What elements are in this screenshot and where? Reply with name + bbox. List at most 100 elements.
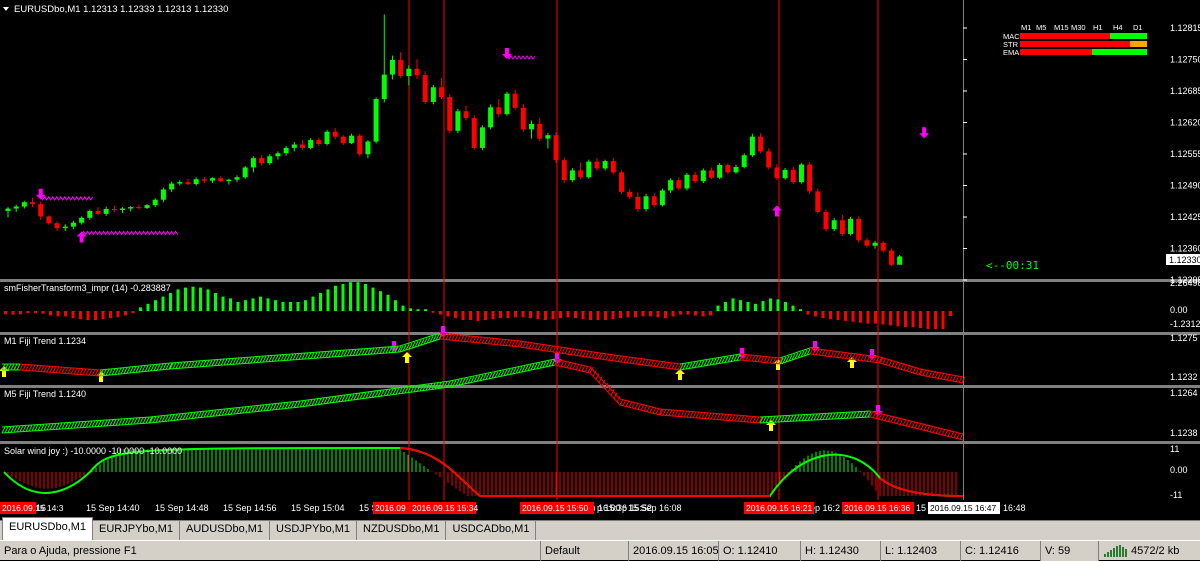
candle-body <box>218 178 224 182</box>
candle-body <box>299 144 305 148</box>
candle-body <box>684 174 690 189</box>
fisher-bar <box>244 300 247 311</box>
fisher-bar <box>34 311 37 314</box>
candle-body <box>414 68 420 76</box>
fisher-bar <box>724 302 727 311</box>
candle-body <box>201 179 207 181</box>
chart-tab[interactable]: EURJPYbo,M1 <box>93 520 181 540</box>
fisher-bar <box>559 311 562 319</box>
time-highlight-label: 2016.09 <box>375 503 406 513</box>
fisher-bar <box>26 311 30 314</box>
candle-body <box>471 118 477 148</box>
mtf-cell <box>1037 49 1054 55</box>
indicator-axis-label: 1.1238 <box>1170 428 1198 438</box>
candle-body <box>700 170 706 182</box>
fisher-bar <box>709 311 712 316</box>
candle-body <box>46 216 52 224</box>
candle-body <box>766 151 772 168</box>
fisher-bar <box>844 311 847 321</box>
candle-timer: <--00:31 <box>986 259 1039 272</box>
fisher-bar <box>454 311 457 319</box>
mtf-cell <box>1054 41 1071 47</box>
indicator-axis-label: 1.1232 <box>1170 372 1198 382</box>
fisher-bar <box>896 311 900 327</box>
candle-body <box>406 68 412 77</box>
chart-tab[interactable]: NZDUSDbo,M1 <box>357 520 447 540</box>
fisher-bar <box>521 311 525 318</box>
fisher-bar <box>806 311 810 315</box>
candle-body <box>160 189 166 200</box>
fisher-bar <box>79 311 82 320</box>
fisher-bar <box>589 311 592 320</box>
candle-body <box>831 220 837 230</box>
candle-body <box>21 202 27 207</box>
mtf-signal-table: M1 M5 M15 M30 H1 H4 D1MACDSTREMA <box>984 20 1150 58</box>
status-profile[interactable]: Default <box>540 541 628 561</box>
panel-separator <box>0 441 1200 444</box>
chart-tab[interactable]: USDJPYbo,M1 <box>270 520 358 540</box>
candle-body <box>619 172 624 192</box>
indicator-axis-label: 11 <box>1170 444 1179 454</box>
candle-body <box>332 131 338 137</box>
price-label: 1.12425 <box>1170 212 1200 222</box>
candle-body <box>651 196 657 206</box>
fisher-bar <box>146 303 150 311</box>
chart-tab[interactable]: EURUSDbo,M1 <box>2 517 94 540</box>
price-label: 1.12555 <box>1170 149 1200 159</box>
fisher-bar <box>581 311 585 320</box>
fisher-bar <box>641 311 645 317</box>
plot-edge <box>963 0 964 500</box>
time-label: 15 Sep 14:40 <box>86 503 140 513</box>
candle-body <box>340 136 346 144</box>
candle-body <box>381 74 387 100</box>
fisher-bar <box>866 311 870 324</box>
candle-body <box>422 75 428 102</box>
candle-body <box>692 174 698 182</box>
candle-body <box>668 180 674 191</box>
fisher-bar <box>499 311 502 319</box>
fisher-bar <box>394 300 397 311</box>
fisher-bar <box>469 311 472 320</box>
fisher-bar <box>686 311 690 315</box>
price-label: 1.12750 <box>1170 55 1200 65</box>
mtf-cell <box>1092 49 1110 55</box>
chart-tab[interactable]: USDCADbo,M1 <box>446 520 537 540</box>
candle-body <box>872 242 878 246</box>
mtf-cell <box>1071 41 1092 47</box>
price-label: 1.12815 <box>1170 23 1200 33</box>
candle-body <box>177 182 183 184</box>
time-label: 15 Sep 14:56 <box>223 503 277 513</box>
m1-fiji-title: M1 Fiji Trend 1.1234 <box>4 336 86 346</box>
mtf-cell <box>1054 33 1071 39</box>
fisher-bar <box>169 293 172 311</box>
fisher-bar <box>829 311 832 320</box>
current-price: 1.12330 <box>1169 255 1200 265</box>
chart-canvas[interactable]: 1.12815 1.12750 1.12685 1.12620 1.12555 1.124… <box>0 0 1200 520</box>
candle-body <box>602 161 608 169</box>
chart-tab[interactable]: AUDUSDbo,M1 <box>180 520 271 540</box>
fisher-bar <box>574 311 577 319</box>
fisher-bar <box>671 311 675 317</box>
candle-body <box>864 240 870 246</box>
fisher-bar <box>139 307 142 311</box>
fisher-bar <box>859 311 862 323</box>
fisher-bar <box>289 302 292 311</box>
fisher-bar <box>784 302 787 311</box>
mtf-cell <box>1130 41 1147 47</box>
mtf-timeframe: M15 <box>1054 23 1069 32</box>
mtf-cell <box>1092 33 1110 39</box>
fisher-bar <box>154 300 157 311</box>
chart-tabs: EURUSDbo,M1 EURJPYbo,M1 AUDUSDbo,M1 USDJPYb… <box>0 517 1200 540</box>
symbol-header[interactable]: EURUSDbo,M1 1.12313 1.12333 1.12313 1.12… <box>3 4 228 15</box>
fisher-bar <box>386 294 390 311</box>
fisher-bar <box>356 282 360 311</box>
mtf-cell <box>1037 41 1054 47</box>
fisher-bar <box>544 311 547 320</box>
connection-bar <box>1107 552 1109 557</box>
fisher-bar <box>934 311 937 329</box>
status-high: H: 1.12430 <box>800 541 880 561</box>
connection-bar <box>1125 549 1127 557</box>
candle-body <box>111 209 117 211</box>
time-label-fragment: p 15:52 <box>622 503 652 513</box>
fisher-bar <box>626 311 630 318</box>
